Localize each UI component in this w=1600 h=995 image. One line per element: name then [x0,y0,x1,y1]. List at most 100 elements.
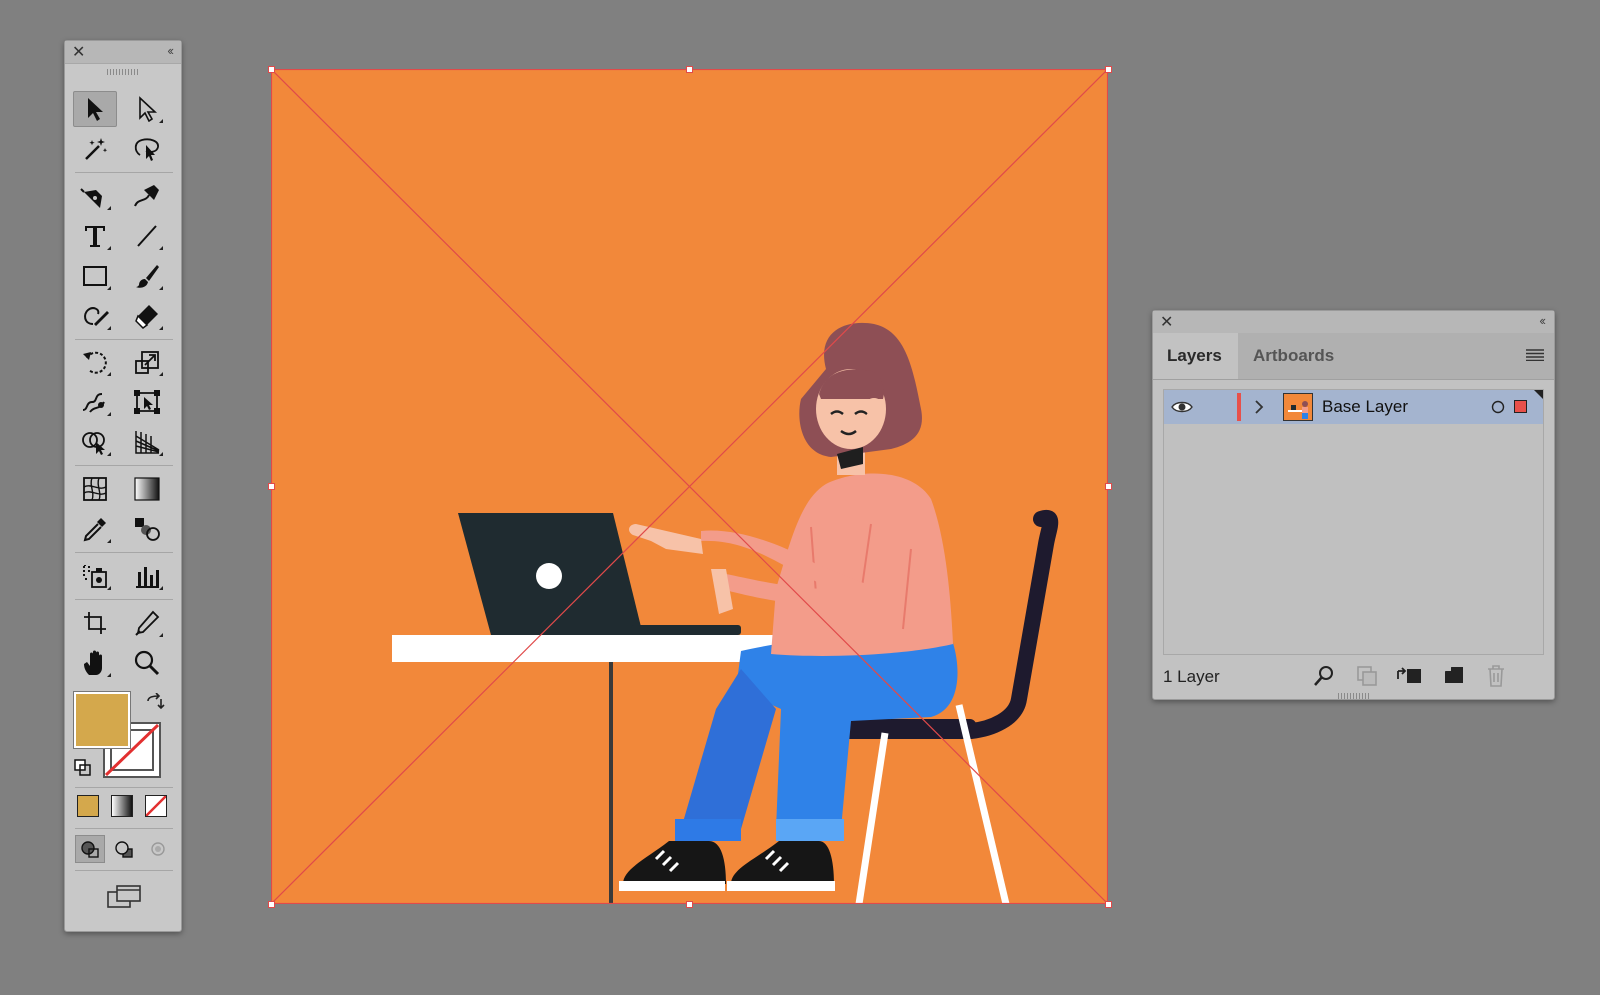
magnifier-icon [134,650,160,676]
layer-name[interactable]: Base Layer [1322,397,1408,417]
collapse-icon[interactable]: ‹‹ [167,43,174,58]
desk-leg [609,662,613,904]
paintbrush-tool-button[interactable] [125,258,169,294]
mesh-tool-button[interactable] [73,471,117,507]
perspective-grid-tool-button[interactable] [125,424,169,460]
handle-top-right[interactable] [1105,66,1112,73]
cuff-right [776,819,844,841]
direct-selection-tool-button[interactable] [125,91,169,127]
layer-count: 1 Layer [1163,667,1220,686]
bar-graph-icon [136,567,159,588]
layer-thumbnail-image [1288,401,1308,419]
handle-top-center[interactable] [686,66,693,73]
locate-object-icon[interactable] [1313,665,1335,687]
gradient-tool-button[interactable] [125,471,169,507]
artboard-tool-button[interactable] [73,605,117,641]
layers-footer: 1 Layer [1163,661,1544,691]
hand-tool-button[interactable] [73,645,117,681]
collapse-icon[interactable]: ‹‹ [1539,313,1546,328]
corner-flag [1534,390,1543,399]
handle-middle-right[interactable] [1105,483,1112,490]
sole-right [727,881,835,891]
chair-seat [831,719,976,737]
expand-chevron-icon[interactable] [1254,400,1264,414]
blend-tool-button[interactable] [125,511,169,547]
rotate-icon [83,351,107,374]
draw-normal-icon [81,841,99,858]
selection-indicator[interactable] [1514,400,1527,413]
illustration[interactable] [271,69,1108,904]
perspective-grid-icon [135,431,160,454]
selection-tool-button[interactable] [73,91,117,127]
slice-tool-button[interactable] [125,605,169,641]
none-slash-icon [146,796,166,816]
eraser-tool-button[interactable] [125,298,169,334]
new-sublayer-icon[interactable] [1397,665,1423,687]
mesh-icon [83,477,107,501]
selection-arrow-icon [88,98,103,121]
close-icon[interactable]: ✕ [1160,312,1173,332]
magic-wand-icon [85,138,108,160]
warp-tool-button[interactable] [73,384,117,420]
fill-swatch-front[interactable] [73,691,131,749]
free-transform-tool-button[interactable] [125,384,169,420]
symbol-sprayer-icon [83,565,107,588]
close-icon[interactable]: ✕ [72,42,85,62]
draw-behind-button[interactable] [109,835,139,863]
new-layer-icon[interactable] [1443,665,1465,687]
pen-tool-button[interactable] [73,178,117,214]
handle-bottom-right[interactable] [1105,901,1112,908]
handle-middle-left[interactable] [268,483,275,490]
line-tool-button[interactable] [125,218,169,254]
handle-bottom-left[interactable] [268,901,275,908]
panel-menu-icon[interactable] [1526,349,1544,361]
tab-layers[interactable]: Layers [1153,333,1238,379]
type-icon [85,226,105,247]
warp-icon [82,393,105,413]
curvature-tool-button[interactable] [125,178,169,214]
target-circle-icon[interactable] [1491,400,1505,414]
trash-icon [1488,665,1504,687]
ear [865,398,883,416]
shape-builder-icon [82,432,105,455]
eyedropper-icon [83,518,106,542]
tab-artboards[interactable]: Artboards [1239,333,1348,379]
artboard-icon [84,612,106,634]
draw-normal-button[interactable] [75,835,105,863]
scale-tool-button[interactable] [125,344,169,380]
magic-wand-tool-button[interactable] [73,131,117,167]
shaper-tool-button[interactable] [73,298,117,334]
paintbrush-icon [136,265,159,288]
panel-grip[interactable] [107,69,139,75]
eyedropper-tool-button[interactable] [73,511,117,547]
cuff-left [675,819,741,841]
column-graph-tool-button[interactable] [125,558,169,594]
color-mode-button[interactable] [77,795,99,817]
handle-bottom-center[interactable] [686,901,693,908]
type-tool-button[interactable] [73,218,117,254]
draw-inside-button[interactable] [143,835,173,863]
draw-inside-icon [151,842,165,856]
artboard[interactable] [271,69,1108,904]
layer-row[interactable]: Base Layer [1164,390,1543,424]
default-fill-stroke-icon[interactable] [74,759,92,777]
handle-top-left[interactable] [268,66,275,73]
swap-fill-stroke-icon[interactable] [145,693,165,713]
scale-icon [135,351,159,374]
shape-builder-tool-button[interactable] [73,424,117,460]
symbol-sprayer-tool-button[interactable] [73,558,117,594]
clipping-mask-icon [1357,666,1377,686]
rotate-tool-button[interactable] [73,344,117,380]
rectangle-tool-button[interactable] [73,258,117,294]
panel-resize-grip[interactable] [1338,693,1370,699]
visibility-eye-icon[interactable] [1171,400,1193,414]
shoe-left [623,841,726,884]
lasso-tool-button[interactable] [125,131,169,167]
hand-back [629,524,703,554]
gradient-mode-button[interactable] [111,795,133,817]
none-mode-button[interactable] [145,795,167,817]
zoom-tool-button[interactable] [125,645,169,681]
shoe-right [731,841,834,884]
line-segment-icon [137,225,157,247]
screen-mode-icon[interactable] [105,883,143,911]
